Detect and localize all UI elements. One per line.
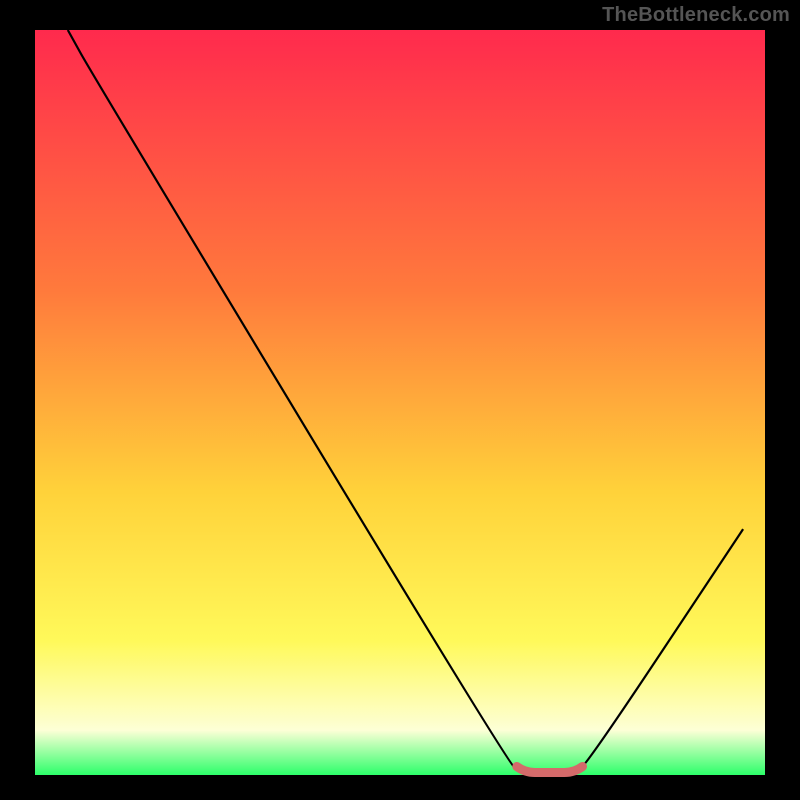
plot-area bbox=[35, 30, 765, 775]
bottleneck-chart bbox=[0, 0, 800, 800]
watermark-text: TheBottleneck.com bbox=[602, 4, 790, 27]
chart-container: TheBottleneck.com bbox=[0, 0, 800, 800]
